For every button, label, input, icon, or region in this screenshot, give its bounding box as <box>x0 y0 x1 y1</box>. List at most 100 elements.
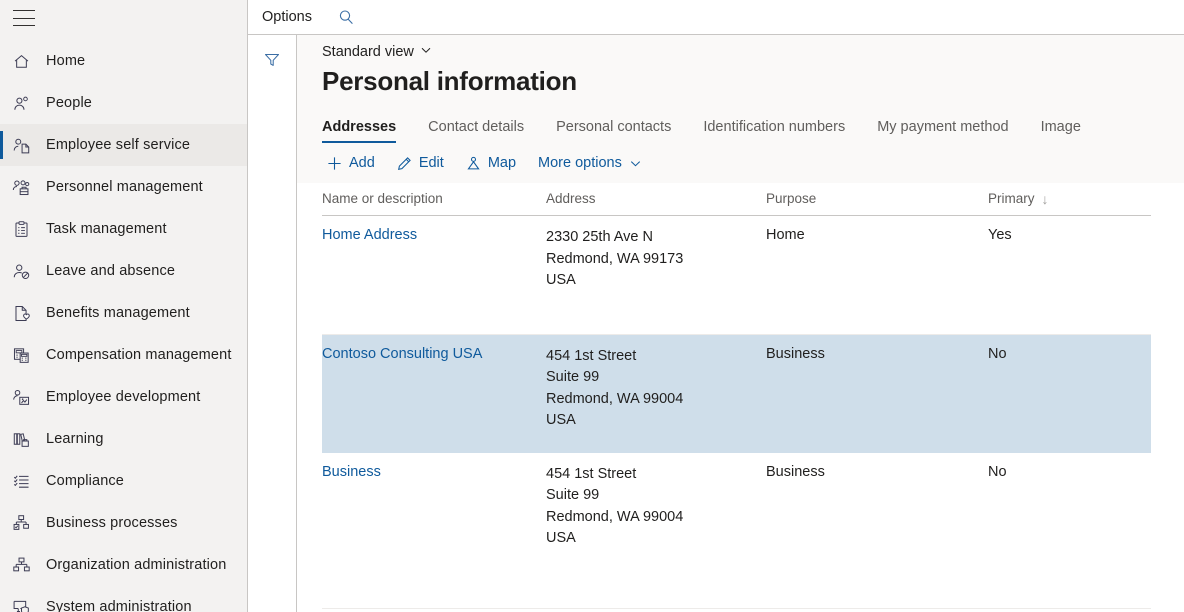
home-icon <box>12 50 36 72</box>
purpose-value: Business <box>766 463 825 480</box>
sidebar-item-label: Personnel management <box>46 179 203 195</box>
addresses-grid: Name or description Address Purpose Primary… <box>322 183 1151 609</box>
sidebar-item-compensation-management[interactable]: Compensation management <box>0 334 247 376</box>
person-block-icon <box>12 260 36 282</box>
sidebar-item-label: Home <box>46 53 86 69</box>
people-group-icon <box>12 176 36 198</box>
grid-container: Name or description Address Purpose Primary… <box>297 183 1184 612</box>
tab-identification-numbers[interactable]: Identification numbers <box>687 119 861 143</box>
map-pin-icon <box>466 156 481 171</box>
add-button[interactable]: Add <box>322 151 386 175</box>
address-line: USA <box>546 272 576 288</box>
sidebar-item-label: Benefits management <box>46 305 190 321</box>
tab-addresses[interactable]: Addresses <box>322 119 412 143</box>
sidebar-item-label: Compensation management <box>46 347 232 363</box>
body-row: Standard view Personal information Addre… <box>248 35 1184 612</box>
sidebar-item-employee-self-service[interactable]: Employee self service <box>0 124 247 166</box>
grid-body: Home Address 2330 25th Ave N Redmond, WA 9… <box>322 215 1151 609</box>
address-line: Suite 99 <box>546 487 600 503</box>
main-area: Options Standard view Personal informati… <box>248 0 1184 612</box>
tab-contact-details[interactable]: Contact details <box>412 119 540 143</box>
sidebar-item-home[interactable]: Home <box>0 40 247 82</box>
person-icon <box>12 92 36 114</box>
search-icon[interactable] <box>338 9 355 26</box>
primary-value: Yes <box>988 227 1012 243</box>
hamburger-icon[interactable] <box>13 10 35 26</box>
address-name-link[interactable]: Home Address <box>322 227 417 243</box>
address-line: Redmond, WA 99173 <box>546 250 684 267</box>
column-header-address[interactable]: Address <box>546 183 766 216</box>
tab-image[interactable]: Image <box>1025 119 1097 143</box>
filter-icon[interactable] <box>259 47 285 73</box>
sidebar-item-people[interactable]: People <box>0 82 247 124</box>
calculator-icon <box>12 344 36 366</box>
sidebar-item-employee-development[interactable]: Employee development <box>0 376 247 418</box>
cell-primary: No <box>988 452 1151 609</box>
cell-address: 454 1st Street Suite 99 Redmond, WA 99004 U… <box>546 452 766 609</box>
options-button[interactable]: Options <box>262 9 312 25</box>
content-header: Standard view Personal information Addre… <box>297 35 1184 143</box>
cell-purpose: Business <box>766 452 988 609</box>
sidebar-item-label: People <box>46 95 93 111</box>
table-row[interactable]: Contoso Consulting USA 454 1st Street Suit… <box>322 334 1151 453</box>
column-header-primary[interactable]: Primary ↓ <box>988 183 1151 216</box>
sidebar-item-personnel-management[interactable]: Personnel management <box>0 166 247 208</box>
plus-icon <box>327 156 342 171</box>
column-header-label: Purpose <box>766 191 817 206</box>
process-flow-icon <box>12 512 36 534</box>
filter-strip <box>248 35 297 612</box>
tab-personal-contacts[interactable]: Personal contacts <box>540 119 687 143</box>
sidebar-item-label: Compliance <box>46 473 125 489</box>
table-row[interactable]: Business 454 1st Street Suite 99 Redmond, W… <box>322 452 1151 609</box>
sidebar-item-learning[interactable]: Learning <box>0 418 247 460</box>
sidebar-item-system-administration[interactable]: System administration <box>0 586 247 612</box>
sidebar-item-organization-administration[interactable]: Organization administration <box>0 544 247 586</box>
address-line: USA <box>546 530 576 546</box>
sidebar-item-leave-and-absence[interactable]: Leave and absence <box>0 250 247 292</box>
sort-descending-icon: ↓ <box>1041 190 1049 207</box>
navigation-sidebar: Home People Employee self service Personnel… <box>0 0 248 612</box>
monitor-shield-icon <box>12 596 36 612</box>
address-line: 454 1st Street <box>546 347 637 364</box>
sidebar-item-compliance[interactable]: Compliance <box>0 460 247 502</box>
more-options-button[interactable]: More options <box>527 151 653 175</box>
table-row[interactable]: Home Address 2330 25th Ave N Redmond, WA 9… <box>322 215 1151 335</box>
view-selector[interactable]: Standard view <box>322 44 432 60</box>
column-header-label: Name or description <box>322 191 443 206</box>
column-header-purpose[interactable]: Purpose <box>766 183 988 216</box>
column-header-name-or-description[interactable]: Name or description <box>322 183 546 216</box>
sidebar-item-task-management[interactable]: Task management <box>0 208 247 250</box>
address-name-link[interactable]: Business <box>322 464 381 480</box>
sidebar-item-label: Organization administration <box>46 557 227 573</box>
address-name-link[interactable]: Contoso Consulting USA <box>322 346 482 362</box>
column-header-label: Primary <box>988 191 1035 206</box>
toolbar-label: More options <box>538 155 622 171</box>
sidebar-item-benefits-management[interactable]: Benefits management <box>0 292 247 334</box>
checklist-icon <box>12 470 36 492</box>
edit-button[interactable]: Edit <box>386 151 455 175</box>
map-button[interactable]: Map <box>455 151 527 175</box>
sidebar-item-label: Learning <box>46 431 104 447</box>
person-growth-icon <box>12 386 36 408</box>
content-panel: Standard view Personal information Addre… <box>297 35 1184 612</box>
cell-primary: Yes <box>988 215 1151 335</box>
purpose-value: Home <box>766 227 805 243</box>
primary-value: No <box>988 463 1007 480</box>
grid-header-row: Name or description Address Purpose Primary… <box>322 183 1151 216</box>
purpose-value: Business <box>766 345 825 362</box>
cell-address: 454 1st Street Suite 99 Redmond, WA 99004 U… <box>546 334 766 453</box>
toolbar-label: Add <box>349 155 375 171</box>
person-document-icon <box>12 134 36 156</box>
sidebar-scrollbar[interactable] <box>244 0 247 612</box>
document-heart-icon <box>12 302 36 324</box>
sidebar-nav-list: Home People Employee self service Personnel… <box>0 40 247 612</box>
sidebar-item-business-processes[interactable]: Business processes <box>0 502 247 544</box>
hamburger-row <box>0 0 247 36</box>
sidebar-item-label: Leave and absence <box>46 263 176 279</box>
tab-my-payment-method[interactable]: My payment method <box>861 119 1024 143</box>
address-line: 2330 25th Ave N <box>546 229 653 245</box>
toolbar-label: Map <box>487 155 517 171</box>
sidebar-item-label: Business processes <box>46 515 178 531</box>
pencil-icon <box>397 156 412 171</box>
toolbar-label: Edit <box>418 155 444 171</box>
